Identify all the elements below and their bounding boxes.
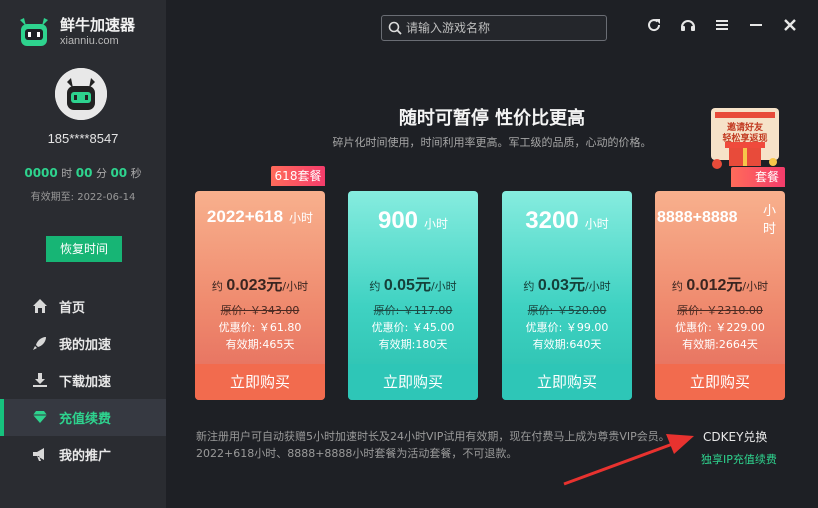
plan-unit: 小时 xyxy=(584,217,609,231)
plan-card: 2022+618 小时 约 0.023元/小时 原价: ￥343.00 优惠价: … xyxy=(195,191,325,400)
plan-validity: 有效期:180天 xyxy=(378,338,448,351)
plan-unit: 小时 xyxy=(424,217,449,231)
avatar[interactable] xyxy=(55,68,107,120)
plan-hours: 8888+8888 xyxy=(657,209,738,226)
plan-per-hour-price: 0.03元 xyxy=(537,277,585,294)
plan-promo-price: 优惠价: ￥229.00 xyxy=(675,321,765,334)
annotation-arrow-icon xyxy=(563,434,694,486)
sidebar-item-label: 首页 xyxy=(59,301,86,316)
refresh-icon[interactable] xyxy=(645,16,663,34)
timer-minutes: 00 xyxy=(75,166,93,180)
app-domain: xianniu.com xyxy=(60,35,119,47)
plan-per-prefix: 约 xyxy=(211,280,223,293)
buy-now-button[interactable]: 立即购买 xyxy=(348,364,478,400)
plan-per-hour-price: 0.05元 xyxy=(383,277,431,294)
timer-hours-unit: 时 xyxy=(61,167,73,180)
plan-promo-price: 优惠价: ￥45.00 xyxy=(371,321,455,334)
sidebar-item-download-boost[interactable]: 下载加速 xyxy=(0,362,166,399)
plan-original-price: 原价: ￥343.00 xyxy=(220,304,300,317)
sidebar-item-promotion[interactable]: 我的推广 xyxy=(0,436,166,473)
plan-validity: 有效期:640天 xyxy=(532,338,602,351)
tag-package: 套餐 xyxy=(731,167,785,187)
sidebar-item-label: 充值续费 xyxy=(59,412,112,427)
sidebar-nav: 首页 我的加速 下载加速 充值续费 我的推广 xyxy=(0,288,166,473)
search-icon xyxy=(388,21,402,35)
plan-card: 3200 小时 约 0.03元/小时 原价: ￥520.00 优惠价: ￥99.0… xyxy=(502,191,632,400)
menu-icon[interactable] xyxy=(713,16,731,34)
timer-hours: 0000 xyxy=(24,166,58,180)
plan-original-price: 原价: ￥2310.00 xyxy=(677,304,763,317)
remaining-time: 0000 时 00 分 00 秒 xyxy=(0,165,166,181)
plan-per-suffix: /小时 xyxy=(430,280,457,293)
home-icon xyxy=(33,299,47,313)
game-search xyxy=(381,15,607,41)
cdkey-redeem-link[interactable]: CDKEY兑换 xyxy=(703,428,767,445)
user-phone: 185****8547 xyxy=(47,131,119,146)
plan-per-suffix: /小时 xyxy=(282,280,309,293)
sidebar-item-home[interactable]: 首页 xyxy=(0,288,166,325)
plan-promo-price: 优惠价: ￥99.00 xyxy=(525,321,609,334)
plan-per-hour-price: 0.023元 xyxy=(226,277,283,294)
dedicated-ip-recharge-link[interactable]: 独享IP充值续费 xyxy=(701,451,777,467)
timer-minutes-unit: 分 xyxy=(95,167,107,180)
sidebar-item-recharge[interactable]: 充值续费 xyxy=(0,399,166,436)
plan-validity: 有效期:465天 xyxy=(225,338,295,351)
buy-now-button[interactable]: 立即购买 xyxy=(502,364,632,400)
megaphone-icon xyxy=(33,448,44,461)
plan-validity: 有效期:2664天 xyxy=(682,338,758,351)
sidebar-item-label: 下载加速 xyxy=(59,375,112,390)
plan-card: 8888+8888 小时 约 0.012元/小时 原价: ￥2310.00 优惠… xyxy=(655,191,785,400)
plan-per-hour-price: 0.012元 xyxy=(686,277,743,294)
plan-unit: 小时 xyxy=(763,204,777,237)
cow-logo-icon xyxy=(20,18,48,46)
search-input[interactable] xyxy=(406,19,596,37)
plan-per-prefix: 约 xyxy=(671,280,683,293)
restore-time-button[interactable]: 恢复时间 xyxy=(46,236,122,262)
download-icon xyxy=(33,373,47,387)
plan-original-price: 原价: ￥520.00 xyxy=(527,304,607,317)
invite-friends-banner[interactable]: 邀请好友 轻松享返现 xyxy=(707,108,783,176)
timer-seconds-unit: 秒 xyxy=(130,167,142,180)
invite-line1: 邀请好友 xyxy=(727,121,763,133)
plan-per-prefix: 约 xyxy=(523,280,535,293)
expiry-date: 有效期至: 2022-06-14 xyxy=(30,192,136,203)
plan-hours: 2022+618 xyxy=(206,207,284,226)
app-name: 鲜牛加速器 xyxy=(60,16,136,34)
close-icon[interactable] xyxy=(781,16,799,34)
rocket-icon xyxy=(33,337,46,350)
plan-unit: 小时 xyxy=(289,211,314,225)
plan-per-prefix: 约 xyxy=(369,280,381,293)
timer-seconds: 00 xyxy=(110,166,128,180)
plan-card: 900 小时 约 0.05元/小时 原价: ￥117.00 优惠价: ￥45.00… xyxy=(348,191,478,400)
plan-hours: 900 xyxy=(377,207,419,234)
plan-per-suffix: /小时 xyxy=(742,280,769,293)
sidebar-item-label: 我的加速 xyxy=(59,338,112,353)
headset-icon[interactable] xyxy=(679,16,697,34)
sidebar-item-my-boost[interactable]: 我的加速 xyxy=(0,325,166,362)
cow-avatar-icon xyxy=(55,68,107,120)
tag-618-package: 618套餐 xyxy=(271,166,325,186)
plan-per-suffix: /小时 xyxy=(584,280,611,293)
buy-now-button[interactable]: 立即购买 xyxy=(655,364,785,400)
plan-hours: 3200 xyxy=(525,207,579,234)
sidebar: 鲜牛加速器 xianniu.com 185****8547 0000 时 00 … xyxy=(0,0,166,508)
plan-original-price: 原价: ￥117.00 xyxy=(373,304,453,317)
minimize-icon[interactable] xyxy=(747,16,765,34)
diamond-icon xyxy=(33,411,47,423)
sidebar-item-label: 我的推广 xyxy=(59,449,112,464)
buy-now-button[interactable]: 立即购买 xyxy=(195,364,325,400)
plan-promo-price: 优惠价: ￥61.80 xyxy=(218,321,302,334)
